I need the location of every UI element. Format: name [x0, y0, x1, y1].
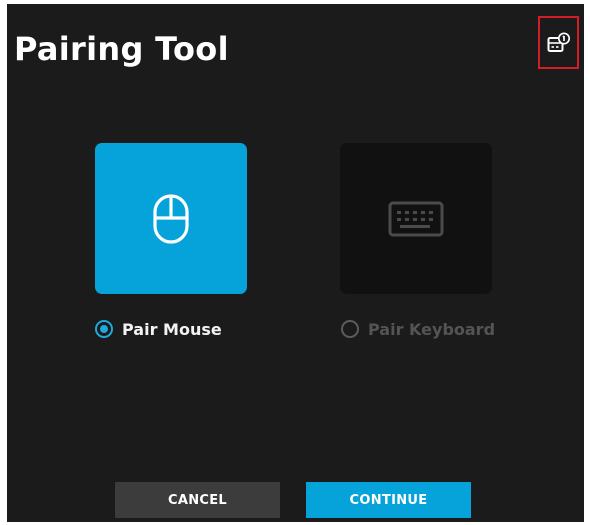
pair-keyboard-radio[interactable]: [341, 320, 359, 338]
cancel-button[interactable]: CANCEL: [115, 482, 280, 518]
continue-button[interactable]: CONTINUE: [306, 482, 471, 518]
page-title: Pairing Tool: [14, 30, 229, 68]
device-info-badge-icon: [547, 31, 570, 52]
pairing-tool-window: Pairing Tool Pair Mouse Pair Keyboard CA…: [7, 4, 584, 522]
pair-mouse-label: Pair Mouse: [122, 319, 222, 339]
pair-keyboard-label: Pair Keyboard: [368, 319, 496, 339]
device-info-button[interactable]: [538, 16, 579, 69]
pair-keyboard-tile[interactable]: [340, 143, 492, 294]
pair-mouse-option[interactable]: Pair Mouse: [95, 317, 222, 341]
pair-mouse-radio[interactable]: [95, 320, 113, 338]
keyboard-icon: [388, 201, 444, 236]
pair-mouse-tile[interactable]: [95, 143, 247, 294]
pair-keyboard-option[interactable]: Pair Keyboard: [341, 317, 495, 341]
mouse-icon: [153, 193, 189, 244]
